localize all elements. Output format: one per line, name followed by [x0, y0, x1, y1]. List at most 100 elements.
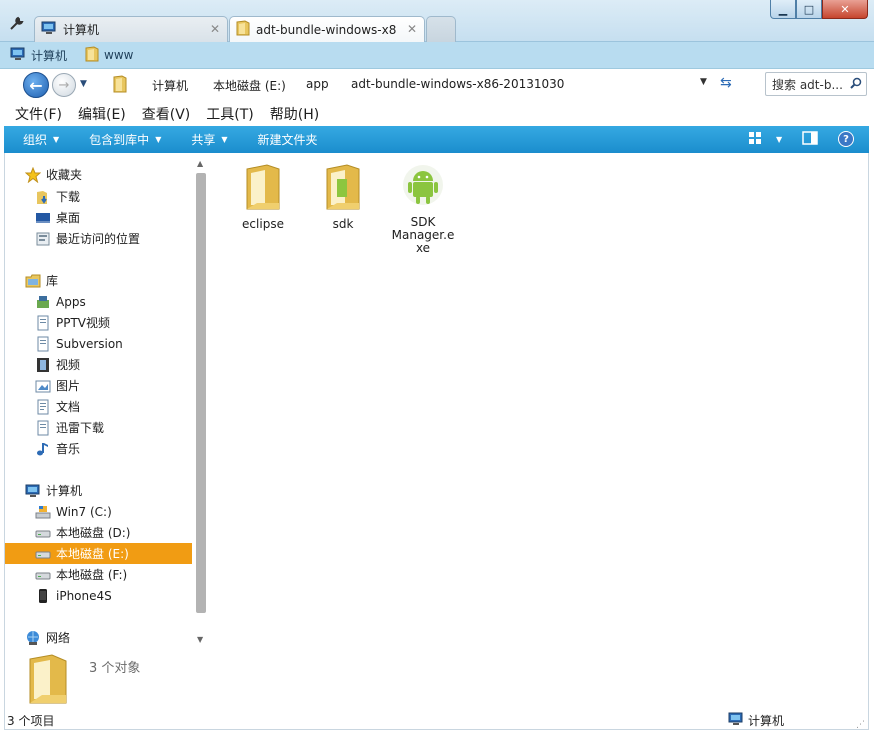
file-item-eclipse[interactable]: eclipse — [223, 163, 303, 231]
minimize-button[interactable]: ▁ — [770, 0, 796, 19]
tab-bar: 计算机 ✕ adt-bundle-windows-x86-2 ✕ ▁ □ ✕ — [0, 0, 874, 42]
document-library-icon — [35, 420, 51, 436]
nav-favorites[interactable]: 收藏夹 — [5, 164, 192, 185]
tab-adt-bundle[interactable]: adt-bundle-windows-x86-2 ✕ — [229, 16, 425, 42]
scroll-up-icon[interactable]: ▲ — [197, 159, 203, 168]
file-item-sdk[interactable]: sdk — [303, 163, 383, 231]
nav-downloads[interactable]: 下载 — [5, 186, 192, 207]
nav-label: 本地磁盘 (E:) — [56, 547, 129, 561]
nav-label: Apps — [56, 294, 86, 309]
tab-label: adt-bundle-windows-x86-2 — [256, 22, 396, 37]
nav-library-music[interactable]: 音乐 — [5, 438, 192, 459]
preview-pane-button[interactable] — [802, 131, 818, 148]
address-dropdown-icon[interactable]: ▼ — [700, 77, 707, 87]
breadcrumb-adt-bundle[interactable]: adt-bundle-windows-x86-20131030 — [351, 77, 564, 91]
nav-library-pictures[interactable]: 图片 — [5, 375, 192, 396]
drive-icon — [35, 546, 51, 562]
resize-grip-icon[interactable]: ⋰ — [856, 720, 865, 730]
file-item-sdk-manager[interactable]: SDK Manager.exe — [383, 163, 463, 255]
new-folder-button[interactable]: 新建文件夹 — [258, 131, 318, 148]
include-in-library-button[interactable]: 包含到库中 ▼ — [89, 131, 161, 148]
navigation-pane: 收藏夹 下载 桌面 最近访问的位置 库 Apps PPTV视频 Subversi… — [5, 153, 207, 650]
nav-drive-c[interactable]: Win7 (C:) — [5, 501, 192, 522]
nav-label: 网络 — [46, 631, 71, 645]
tab-label: 计算机 — [63, 23, 100, 37]
nav-computer[interactable]: 计算机 — [5, 480, 192, 501]
recent-places-icon — [35, 231, 51, 247]
nav-drive-e[interactable]: 本地磁盘 (E:) — [5, 543, 192, 564]
status-location: 计算机 — [728, 712, 784, 729]
favorite-computer[interactable]: 计算机 — [10, 47, 67, 64]
wrench-icon[interactable] — [8, 16, 26, 34]
nav-library-subversion[interactable]: Subversion — [5, 333, 192, 354]
view-options-button[interactable]: ▼ — [748, 131, 782, 148]
include-library-label: 包含到库中 — [89, 133, 150, 147]
details-pane: 3 个对象 — [5, 650, 867, 708]
share-button[interactable]: 共享 ▼ — [191, 131, 227, 148]
menu-file[interactable]: 文件(F) — [15, 104, 62, 124]
nav-label: 最近访问的位置 — [56, 232, 141, 246]
favorite-www[interactable]: www — [85, 45, 134, 65]
maximize-button[interactable]: □ — [796, 0, 822, 19]
menu-help[interactable]: 帮助(H) — [270, 104, 319, 124]
nav-label: PPTV视频 — [56, 316, 111, 330]
refresh-icon[interactable]: ⇆ — [720, 75, 732, 91]
nav-label: 本地磁盘 (F:) — [56, 568, 128, 582]
close-tab-icon[interactable]: ✕ — [210, 22, 220, 36]
music-note-icon — [35, 441, 51, 457]
nav-label: Subversion — [56, 336, 123, 351]
back-button[interactable]: ← — [23, 72, 49, 98]
nav-desktop[interactable]: 桌面 — [5, 207, 192, 228]
nav-library-videos[interactable]: 视频 — [5, 354, 192, 375]
document-icon — [35, 399, 51, 415]
favorite-label: 计算机 — [31, 48, 68, 63]
nav-drive-d[interactable]: 本地磁盘 (D:) — [5, 522, 192, 543]
search-icon[interactable] — [850, 77, 866, 92]
nav-label: 视频 — [56, 358, 81, 372]
close-button[interactable]: ✕ — [822, 0, 868, 19]
status-bar: 3 个项目 计算机 ⋰ — [5, 710, 867, 730]
chevron-down-icon: ▼ — [53, 135, 60, 144]
history-dropdown-icon[interactable]: ▼ — [80, 79, 87, 89]
organize-button[interactable]: 组织 ▼ — [23, 131, 59, 148]
menu-tools[interactable]: 工具(T) — [206, 104, 253, 124]
favorites-bar: 计算机 www — [0, 42, 874, 69]
computer-icon — [41, 21, 57, 38]
nav-library-apps[interactable]: Apps — [5, 291, 192, 312]
close-tab-icon[interactable]: ✕ — [407, 22, 417, 36]
chevron-down-icon: ▼ — [221, 135, 228, 144]
folder-icon — [85, 45, 99, 65]
scrollbar-thumb[interactable] — [196, 173, 206, 613]
forward-button[interactable]: → — [52, 73, 76, 97]
nav-library-pptv[interactable]: PPTV视频 — [5, 312, 192, 333]
desktop-icon — [35, 210, 51, 226]
status-location-label: 计算机 — [748, 713, 785, 728]
nav-library-thunder[interactable]: 迅雷下载 — [5, 417, 192, 438]
nav-iphone[interactable]: iPhone4S — [5, 585, 192, 606]
nav-label: Win7 (C:) — [56, 504, 112, 519]
favorite-label: www — [104, 48, 134, 62]
help-icon[interactable]: ? — [838, 131, 854, 147]
new-folder-label: 新建文件夹 — [257, 133, 318, 147]
new-tab-button[interactable] — [426, 16, 456, 42]
nav-libraries[interactable]: 库 — [5, 270, 192, 291]
nav-recent-places[interactable]: 最近访问的位置 — [5, 228, 192, 249]
phone-icon — [35, 588, 51, 604]
item-count: 3 个对象 — [89, 661, 141, 676]
file-name: SDK Manager.exe — [391, 215, 455, 255]
breadcrumb-computer[interactable]: 计算机 — [152, 77, 188, 94]
nav-library-documents[interactable]: 文档 — [5, 396, 192, 417]
nav-drive-f[interactable]: 本地磁盘 (F:) — [5, 564, 192, 585]
arrow-right-icon: → — [58, 77, 70, 93]
folder-icon — [323, 163, 363, 214]
search-input[interactable]: 搜索 adt-b... — [765, 72, 867, 96]
breadcrumb-app[interactable]: app — [306, 77, 329, 91]
menu-view[interactable]: 查看(V) — [142, 104, 191, 124]
nav-network[interactable]: 网络 — [5, 627, 192, 648]
menu-edit[interactable]: 编辑(E) — [78, 104, 126, 124]
tab-computer[interactable]: 计算机 ✕ — [34, 16, 228, 42]
navigation-scrollbar[interactable]: ▲ ▼ — [196, 159, 206, 649]
drive-icon — [35, 567, 51, 583]
scroll-down-icon[interactable]: ▼ — [197, 635, 203, 644]
breadcrumb-drive-e[interactable]: 本地磁盘 (E:) — [213, 77, 286, 94]
